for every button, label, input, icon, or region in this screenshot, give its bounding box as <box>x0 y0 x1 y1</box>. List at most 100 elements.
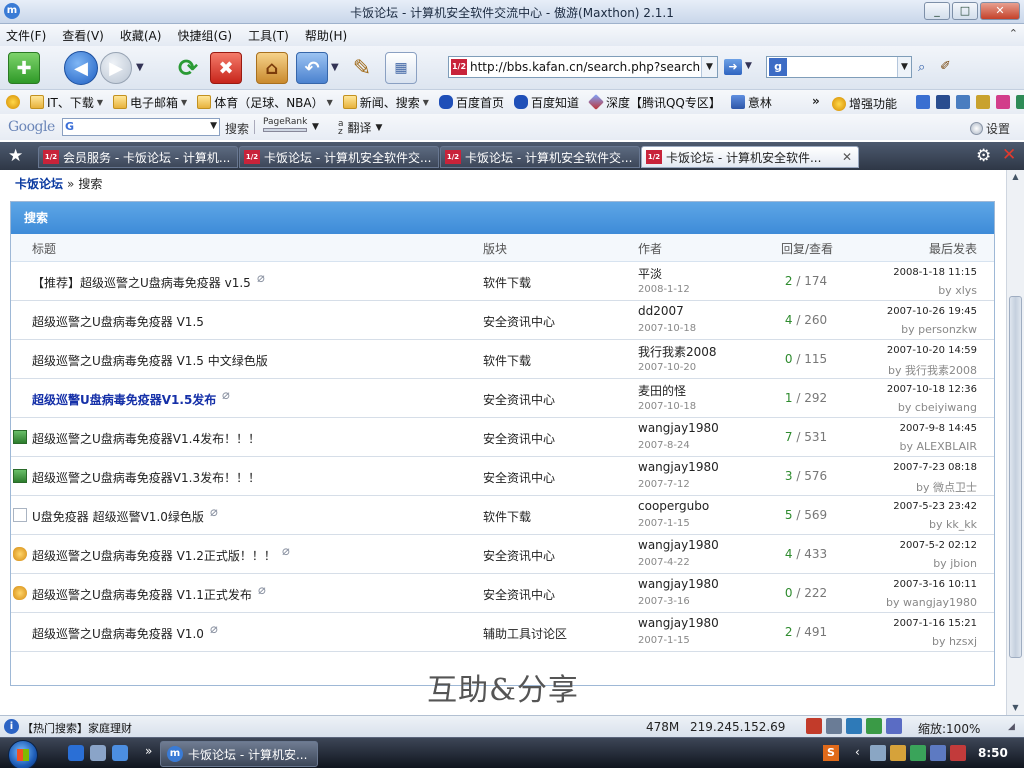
highlight-icon[interactable]: ✐ <box>940 59 951 74</box>
menu-favorites[interactable]: 收藏(A) <box>120 27 162 44</box>
go-dropdown-icon[interactable]: ▼ <box>745 61 752 71</box>
refresh-button[interactable]: ⟳ <box>172 52 204 84</box>
scrollbar-thumb[interactable] <box>1009 296 1022 658</box>
tray-icon[interactable] <box>870 745 886 761</box>
google-dropdown-icon[interactable]: ▼ <box>210 121 217 131</box>
last-post-time-link[interactable]: 2007-10-18 12:36 <box>887 384 977 395</box>
close-all-tabs-icon[interactable]: ✕ <box>1002 145 1016 165</box>
plugin-icon[interactable] <box>916 95 930 109</box>
taskbar-maxthon-window[interactable]: m 卡饭论坛 - 计算机安... <box>160 741 318 767</box>
plugin-icon[interactable] <box>956 95 970 109</box>
address-url[interactable]: http://bbs.kafan.cn/search.php?searchid=… <box>470 60 701 74</box>
menu-help[interactable]: 帮助(H) <box>305 27 347 44</box>
thread-title-link[interactable]: 超级巡警之U盘病毒免疫器 V1.0 <box>32 625 204 642</box>
google-settings-button[interactable]: 设置 <box>970 120 1010 137</box>
last-post-time-link[interactable]: 2007-9-8 14:45 <box>900 423 977 434</box>
tab-kafan-2[interactable]: 1/2 卡饭论坛 - 计算机安全软件交... <box>440 146 640 168</box>
home-button[interactable]: ⌂ <box>256 52 288 84</box>
last-post-time-link[interactable]: 2007-10-26 19:45 <box>887 306 977 317</box>
author-link[interactable]: wangjay1980 <box>638 577 719 591</box>
forum-link[interactable]: 软件下载 <box>483 508 531 525</box>
tray-expand-icon[interactable]: ‹ <box>855 745 860 759</box>
plugin-icon[interactable] <box>976 95 990 109</box>
google-search-input[interactable]: G ▼ <box>62 118 220 136</box>
forum-link[interactable]: 安全资讯中心 <box>483 430 555 447</box>
thread-title-link[interactable]: 超级巡警之U盘病毒免疫器 V1.1正式发布 <box>32 586 252 603</box>
favorites-more-button[interactable]: » <box>812 94 820 108</box>
thread-title-link[interactable]: 超级巡警之U盘病毒免疫器 V1.5 <box>32 313 204 330</box>
author-link[interactable]: wangjay1980 <box>638 460 719 474</box>
start-button[interactable] <box>8 740 38 768</box>
plugin-icon[interactable] <box>826 718 842 734</box>
forum-link[interactable]: 软件下载 <box>483 352 531 369</box>
forum-link[interactable]: 安全资讯中心 <box>483 391 555 408</box>
fav-folder-sports[interactable]: 体育（足球、NBA） ▼ <box>197 94 333 111</box>
search-icon[interactable]: ⌕ <box>918 60 925 75</box>
desktop-icon[interactable] <box>90 745 106 761</box>
fav-yilin[interactable]: 意林 <box>730 94 772 111</box>
author-link[interactable]: 平淡 <box>638 265 662 282</box>
author-link[interactable]: dd2007 <box>638 304 684 318</box>
last-post-time-link[interactable]: 2007-3-16 10:11 <box>893 579 977 590</box>
maximize-button[interactable]: □ <box>952 2 978 20</box>
pagerank-meter[interactable]: PageRank <box>263 117 307 132</box>
favorites-star-button[interactable] <box>6 95 20 109</box>
collapse-chevron-icon[interactable]: ⌃ <box>1009 27 1018 40</box>
last-post-author-link[interactable]: by xlys <box>938 284 977 297</box>
search-engine-icon[interactable]: g <box>769 58 787 76</box>
stop-button[interactable]: ✖ <box>210 52 242 84</box>
thread-title-link[interactable]: 【推荐】超级巡警之U盘病毒免疫器 v1.5 <box>32 274 251 291</box>
plugin-icon[interactable] <box>936 95 950 109</box>
forum-link[interactable]: 软件下载 <box>483 274 531 291</box>
thread-title-link[interactable]: 超级巡警之U盘病毒免疫器V1.3发布！！！ <box>32 469 260 486</box>
forum-link[interactable]: 安全资讯中心 <box>483 586 555 603</box>
last-post-author-link[interactable]: by jbion <box>933 557 977 570</box>
tray-icon[interactable] <box>930 745 946 761</box>
ie-icon[interactable] <box>68 745 84 761</box>
google-search-button[interactable]: 搜索 <box>225 120 249 137</box>
last-post-author-link[interactable]: by cbeiyiwang <box>898 401 977 414</box>
plugin-icon[interactable] <box>806 718 822 734</box>
vertical-scrollbar[interactable]: ▲ ▼ <box>1006 170 1024 715</box>
fav-folder-news[interactable]: 新闻、搜索 ▼ <box>342 94 429 111</box>
forward-dropdown-icon[interactable]: ▼ <box>136 62 144 73</box>
undo-dropdown-icon[interactable]: ▼ <box>331 62 339 73</box>
tab-kafan-1[interactable]: 1/2 卡饭论坛 - 计算机安全软件交... <box>239 146 439 168</box>
plugin-icon[interactable] <box>866 718 882 734</box>
thread-title-link[interactable]: 超级巡警之U盘病毒免疫器 V1.5 中文绿色版 <box>32 352 268 369</box>
last-post-author-link[interactable]: by ALEXBLAIR <box>900 440 977 453</box>
pen-icon[interactable]: ✎ <box>346 52 378 84</box>
quick-launch-more[interactable]: » <box>145 744 152 758</box>
thread-title-link[interactable]: 超级巡警U盘病毒免疫器V1.5发布 <box>32 391 216 408</box>
minimize-button[interactable]: _ <box>924 2 950 20</box>
author-link[interactable]: 麦田的怪 <box>638 382 686 399</box>
translate-button[interactable]: a z 翻译 ▼ <box>338 119 382 136</box>
status-hot-search-link[interactable]: 【热门搜索】家庭理财 <box>22 720 132 736</box>
pagerank-dropdown-icon[interactable]: ▼ <box>312 122 319 132</box>
last-post-time-link[interactable]: 2007-1-16 15:21 <box>893 618 977 629</box>
fav-folder-email[interactable]: 电子邮箱 ▼ <box>113 94 187 111</box>
favorites-star-icon[interactable]: ★ <box>8 146 23 166</box>
scroll-up-icon[interactable]: ▲ <box>1007 170 1024 184</box>
scroll-down-icon[interactable]: ▼ <box>1007 701 1024 715</box>
new-tab-button[interactable]: ✚ <box>8 52 40 84</box>
address-dropdown-icon[interactable]: ▼ <box>701 57 717 77</box>
fav-qq-zone[interactable]: 深度【腾讯QQ专区】 <box>588 94 721 111</box>
go-button[interactable]: ➜ <box>724 59 742 75</box>
tab-kafan-active[interactable]: 1/2 卡饭论坛 - 计算机安全软件... ✕ <box>641 146 859 168</box>
plugin-icon[interactable] <box>996 95 1010 109</box>
tray-icon[interactable] <box>890 745 906 761</box>
last-post-time-link[interactable]: 2007-10-20 14:59 <box>887 345 977 356</box>
menu-groups[interactable]: 快捷组(G) <box>177 27 232 44</box>
gear-icon[interactable]: ⚙ <box>976 146 991 166</box>
author-link[interactable]: wangjay1980 <box>638 616 719 630</box>
last-post-time-link[interactable]: 2007-5-23 23:42 <box>893 501 977 512</box>
author-link[interactable]: wangjay1980 <box>638 421 719 435</box>
tab-member-services[interactable]: 1/2 会员服务 - 卡饭论坛 - 计算机... <box>38 146 238 168</box>
tray-icon[interactable] <box>950 745 966 761</box>
forum-link[interactable]: 安全资讯中心 <box>483 313 555 330</box>
fav-baidu-home[interactable]: 百度首页 <box>438 94 504 111</box>
undo-close-button[interactable]: ↶ <box>296 52 328 84</box>
forum-link[interactable]: 安全资讯中心 <box>483 547 555 564</box>
menu-view[interactable]: 查看(V) <box>62 27 104 44</box>
